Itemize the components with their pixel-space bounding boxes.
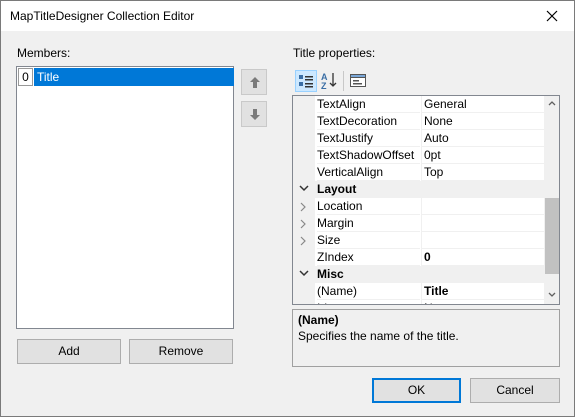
- collection-editor-dialog: MapTitleDesigner Collection Editor Membe…: [0, 0, 575, 417]
- property-value[interactable]: [421, 198, 545, 215]
- list-item[interactable]: 0 Title: [18, 68, 234, 86]
- close-button[interactable]: [534, 2, 570, 30]
- chevron-right-icon[interactable]: [299, 202, 307, 212]
- property-name: ZIndex: [317, 249, 420, 266]
- scroll-up-icon[interactable]: [548, 100, 556, 106]
- property-name: Margin: [317, 215, 420, 232]
- arrow-down-icon: [250, 109, 260, 120]
- member-index: 0: [18, 68, 33, 86]
- property-grid[interactable]: TextAlign General TextDecoration None Te…: [292, 95, 560, 305]
- property-name: VerticalAlign: [317, 164, 420, 181]
- chevron-right-icon[interactable]: [299, 236, 307, 246]
- categorized-button[interactable]: [295, 70, 317, 92]
- ok-button[interactable]: OK: [372, 378, 461, 403]
- move-up-button[interactable]: [241, 69, 267, 95]
- add-button[interactable]: Add: [17, 339, 121, 364]
- description-text: Specifies the name of the title.: [298, 329, 459, 343]
- property-value[interactable]: [421, 232, 545, 249]
- description-panel: (Name) Specifies the name of the title.: [292, 309, 560, 367]
- property-row[interactable]: Id N: [293, 300, 545, 304]
- property-pages-icon: [350, 74, 366, 87]
- description-title: (Name): [298, 313, 339, 327]
- property-row[interactable]: ZIndex 0: [293, 249, 545, 266]
- property-name: Size: [317, 232, 420, 249]
- property-row[interactable]: TextShadowOffset 0pt: [293, 147, 545, 164]
- chevron-down-icon: [299, 185, 309, 192]
- property-pages-button[interactable]: [348, 70, 370, 92]
- sort-alphabetical-icon: A Z: [321, 72, 337, 91]
- property-name: TextAlign: [317, 96, 420, 113]
- property-name: TextJustify: [317, 130, 420, 147]
- property-name: Id: [317, 300, 420, 304]
- property-value[interactable]: N: [421, 300, 545, 304]
- property-value[interactable]: None: [421, 113, 545, 130]
- chevron-down-icon: [299, 270, 309, 277]
- chevron-right-icon[interactable]: [299, 219, 307, 229]
- property-value[interactable]: [421, 215, 545, 232]
- property-value[interactable]: Title: [421, 283, 545, 300]
- members-list[interactable]: 0 Title: [16, 66, 234, 329]
- window-title: MapTitleDesigner Collection Editor: [10, 9, 195, 23]
- property-row[interactable]: TextDecoration None: [293, 113, 545, 130]
- toolbar-separator: [343, 71, 344, 91]
- vertical-scrollbar[interactable]: [544, 96, 559, 304]
- property-name: Location: [317, 198, 420, 215]
- property-value[interactable]: Auto: [421, 130, 545, 147]
- property-name: TextDecoration: [317, 113, 420, 130]
- property-row[interactable]: Location: [293, 198, 545, 215]
- scroll-down-icon[interactable]: [548, 292, 556, 298]
- arrow-up-icon: [250, 77, 260, 88]
- property-row[interactable]: VerticalAlign Top: [293, 164, 545, 181]
- property-row[interactable]: TextJustify Auto: [293, 130, 545, 147]
- property-value[interactable]: Top: [421, 164, 545, 181]
- properties-label: Title properties:: [293, 46, 376, 60]
- move-down-button[interactable]: [241, 101, 267, 127]
- property-row[interactable]: Size: [293, 232, 545, 249]
- svg-text:Z: Z: [321, 81, 327, 90]
- category-layout[interactable]: Layout: [293, 181, 545, 198]
- title-bar: MapTitleDesigner Collection Editor: [1, 1, 574, 31]
- property-value[interactable]: General: [421, 96, 545, 113]
- scrollbar-thumb[interactable]: [545, 198, 559, 274]
- members-label: Members:: [17, 46, 71, 60]
- property-row[interactable]: TextAlign General: [293, 96, 545, 113]
- category-name: Misc: [317, 267, 344, 281]
- close-icon: [546, 10, 558, 22]
- category-name: Layout: [317, 182, 357, 196]
- member-name: Title: [34, 68, 234, 86]
- categorized-icon: [299, 75, 313, 88]
- alphabetical-button[interactable]: A Z: [319, 70, 341, 92]
- property-name: (Name): [317, 283, 420, 300]
- property-name: TextShadowOffset: [317, 147, 420, 164]
- category-misc[interactable]: Misc: [293, 266, 545, 283]
- property-row[interactable]: Margin: [293, 215, 545, 232]
- cancel-button[interactable]: Cancel: [470, 378, 560, 403]
- property-value[interactable]: 0pt: [421, 147, 545, 164]
- property-value[interactable]: 0: [421, 249, 545, 266]
- remove-button[interactable]: Remove: [129, 339, 233, 364]
- property-row[interactable]: (Name) Title: [293, 283, 545, 300]
